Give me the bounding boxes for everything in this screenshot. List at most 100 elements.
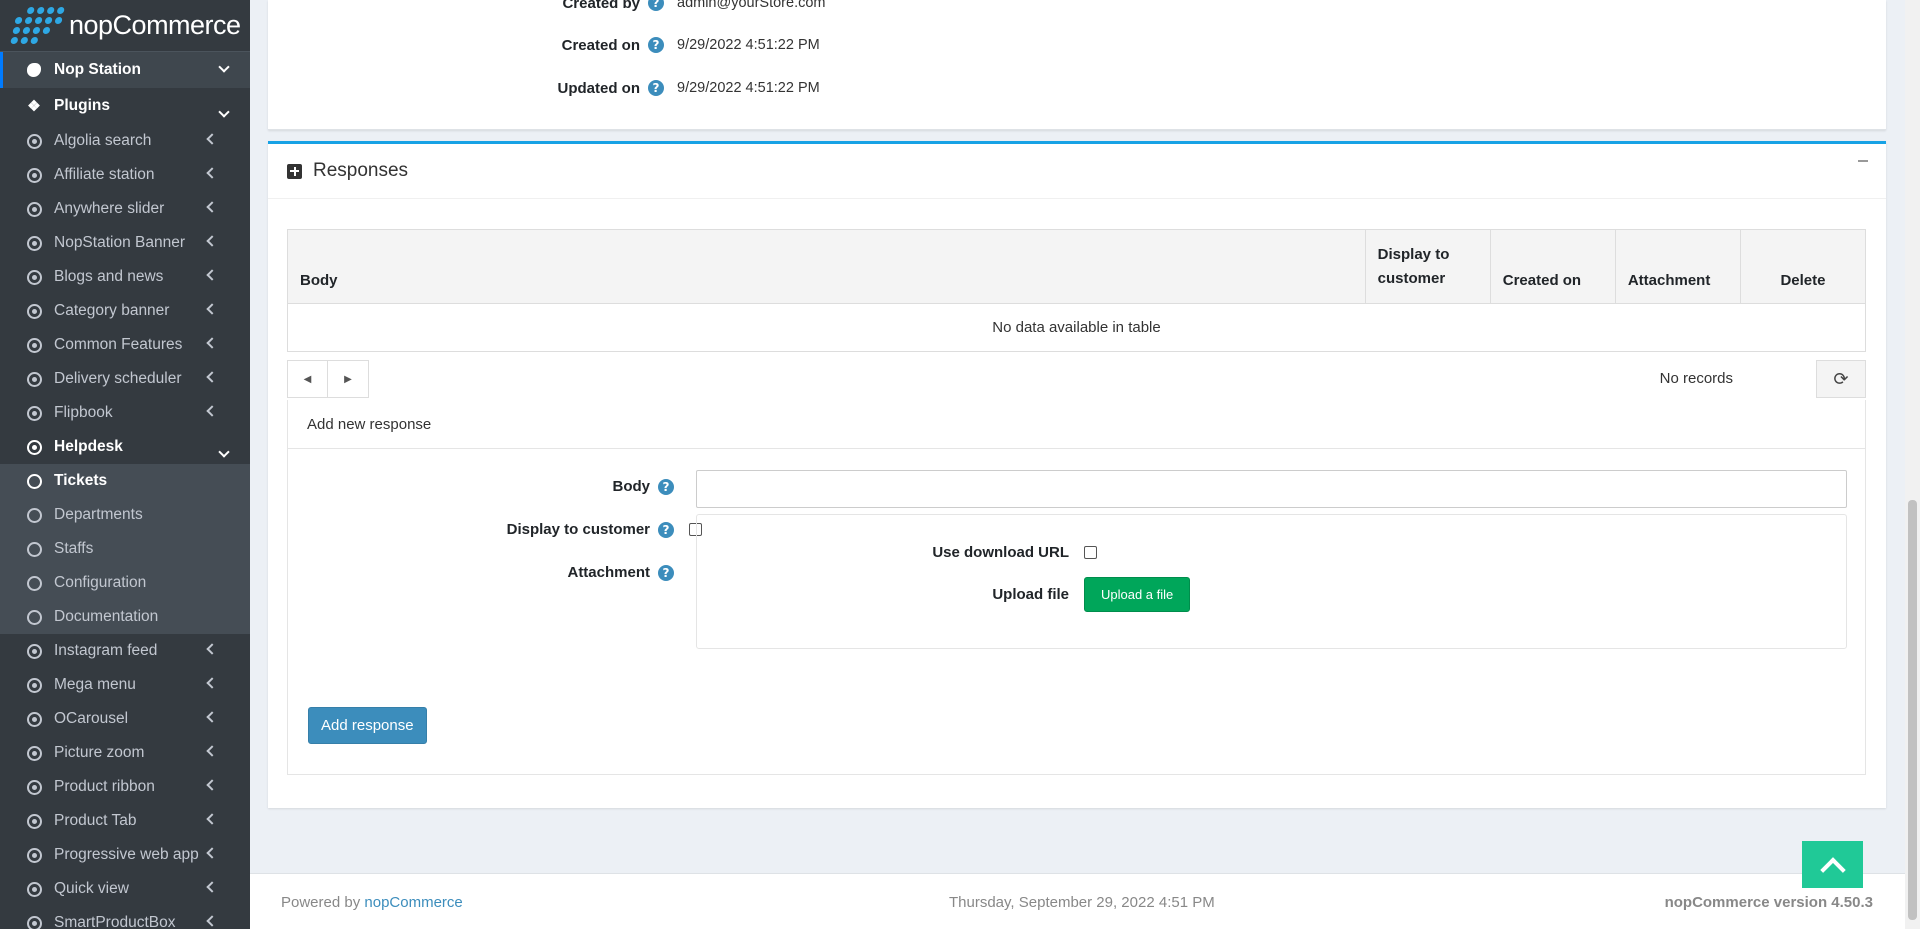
sidebar-item-progressive-web-app[interactable]: Progressive web app bbox=[0, 838, 250, 872]
sidebar: nopCommerce Nop Station ❖ Plugins Algoli… bbox=[0, 0, 250, 929]
sidebar-item-label: Instagram feed bbox=[54, 642, 158, 659]
responses-table: Body Display to customer Created on Atta… bbox=[287, 229, 1866, 352]
footer-version: nopCommerce version 4.50.3 bbox=[1664, 894, 1873, 911]
sidebar-item-plugins[interactable]: ❖ Plugins bbox=[0, 88, 250, 124]
sidebar-item-label: Product ribbon bbox=[54, 778, 155, 795]
sidebar-item-delivery-scheduler[interactable]: Delivery scheduler bbox=[0, 362, 250, 396]
sidebar-item-ocarousel[interactable]: OCarousel bbox=[0, 702, 250, 736]
sidebar-item-tickets[interactable]: Tickets bbox=[0, 464, 250, 498]
sidebar-item-configuration[interactable]: Configuration bbox=[0, 566, 250, 600]
chevron-down-icon bbox=[218, 446, 230, 458]
nopcommerce-logo-icon bbox=[10, 7, 65, 44]
prev-page-icon[interactable]: ◀ bbox=[287, 360, 328, 398]
created-by-value: admin@yourStore.com bbox=[677, 0, 826, 11]
sidebar-item-product-ribbon[interactable]: Product ribbon bbox=[0, 770, 250, 804]
sidebar-item-algolia-search[interactable]: Algolia search bbox=[0, 124, 250, 158]
sidebar-item-staffs[interactable]: Staffs bbox=[0, 532, 250, 566]
sidebar-item-documentation[interactable]: Documentation bbox=[0, 600, 250, 634]
attachment-label: Attachment bbox=[567, 564, 650, 581]
sidebar-item-label: Mega menu bbox=[54, 676, 136, 693]
created-on-value: 9/29/2022 4:51:22 PM bbox=[677, 37, 820, 53]
circle-icon bbox=[26, 507, 42, 523]
column-body[interactable]: Body bbox=[287, 229, 1366, 304]
sidebar-item-label: Product Tab bbox=[54, 812, 137, 829]
sidebar-item-flipbook[interactable]: Flipbook bbox=[0, 396, 250, 430]
help-icon[interactable]: ? bbox=[658, 564, 674, 581]
nopcommerce-link[interactable]: nopCommerce bbox=[364, 894, 462, 911]
brand-logo[interactable]: nopCommerce bbox=[0, 0, 250, 52]
sidebar-item-departments[interactable]: Departments bbox=[0, 498, 250, 532]
upload-file-label: Upload file bbox=[992, 586, 1069, 603]
brand-name: nopCommerce bbox=[69, 10, 241, 40]
created-by-row: Created by ? admin@yourStore.com bbox=[268, 0, 948, 14]
sidebar-item-common-features[interactable]: Common Features bbox=[0, 328, 250, 362]
display-to-customer-label: Display to customer bbox=[506, 521, 650, 538]
column-delete[interactable]: Delete bbox=[1740, 229, 1866, 304]
chevron-down-icon bbox=[218, 61, 230, 73]
sidebar-item-nop-station[interactable]: Nop Station bbox=[0, 52, 250, 88]
scrollbar-thumb[interactable] bbox=[1908, 500, 1917, 920]
sidebar-item-helpdesk[interactable]: Helpdesk bbox=[0, 430, 250, 464]
responses-card: Responses Body Display to customer Creat… bbox=[268, 141, 1886, 808]
chevron-left-icon bbox=[206, 269, 218, 281]
sidebar-item-quick-view[interactable]: Quick view bbox=[0, 872, 250, 906]
sidebar-item-label: Departments bbox=[54, 506, 143, 523]
sidebar-item-instagram-feed[interactable]: Instagram feed bbox=[0, 634, 250, 668]
body-input[interactable] bbox=[696, 470, 1847, 508]
footer: Powered by nopCommerce Thursday, Septemb… bbox=[250, 873, 1905, 929]
sidebar-item-affiliate-station[interactable]: Affiliate station bbox=[0, 158, 250, 192]
sidebar-item-product-tab[interactable]: Product Tab bbox=[0, 804, 250, 838]
pagination: ◀ ▶ bbox=[287, 360, 369, 398]
sidebar-item-label: Common Features bbox=[54, 336, 183, 353]
sidebar-item-label: Affiliate station bbox=[54, 166, 155, 183]
sidebar-item-anywhere-slider[interactable]: Anywhere slider bbox=[0, 192, 250, 226]
refresh-icon[interactable]: ⟳ bbox=[1816, 360, 1866, 398]
collapse-icon[interactable] bbox=[1858, 160, 1868, 162]
column-display-to-customer[interactable]: Display to customer bbox=[1365, 229, 1491, 304]
powered-by: Powered by nopCommerce bbox=[281, 894, 463, 911]
help-icon[interactable]: ? bbox=[658, 478, 674, 495]
chevron-left-icon bbox=[206, 235, 218, 247]
chevron-down-icon bbox=[218, 106, 230, 118]
help-icon[interactable]: ? bbox=[648, 37, 664, 53]
dot-circle-icon bbox=[26, 439, 42, 455]
help-icon[interactable]: ? bbox=[658, 521, 674, 538]
sidebar-item-label: Tickets bbox=[54, 472, 108, 489]
display-to-customer-row: Display to customer ? bbox=[288, 521, 702, 538]
main-content: Created by ? admin@yourStore.com Created… bbox=[250, 0, 1905, 929]
updated-on-label: Updated on bbox=[557, 79, 641, 97]
sidebar-item-label: Documentation bbox=[54, 608, 159, 625]
sidebar-item-category-banner[interactable]: Category banner bbox=[0, 294, 250, 328]
column-created-on[interactable]: Created on bbox=[1490, 229, 1616, 304]
sidebar-item-label: Helpdesk bbox=[54, 438, 123, 455]
help-icon[interactable]: ? bbox=[648, 80, 664, 96]
sidebar-item-label: Anywhere slider bbox=[54, 200, 165, 217]
next-page-icon[interactable]: ▶ bbox=[328, 360, 369, 398]
page-scrollbar[interactable] bbox=[1905, 0, 1920, 929]
created-on-label: Created on bbox=[561, 36, 640, 54]
upload-file-button[interactable]: Upload a file bbox=[1084, 577, 1191, 612]
sidebar-item-mega-menu[interactable]: Mega menu bbox=[0, 668, 250, 702]
sidebar-item-picture-zoom[interactable]: Picture zoom bbox=[0, 736, 250, 770]
sidebar-item-blogs-and-news[interactable]: Blogs and news bbox=[0, 260, 250, 294]
sidebar-item-nopstation-banner[interactable]: NopStation Banner bbox=[0, 226, 250, 260]
help-icon[interactable]: ? bbox=[648, 0, 664, 11]
dot-circle-icon bbox=[26, 337, 42, 353]
plus-square-icon bbox=[287, 163, 302, 179]
add-response-button[interactable]: Add response bbox=[308, 707, 427, 744]
body-label: Body bbox=[612, 478, 651, 495]
dot-circle-icon bbox=[26, 269, 42, 285]
chevron-left-icon bbox=[206, 133, 218, 145]
sidebar-item-label: Flipbook bbox=[54, 404, 113, 421]
sidebar-item-label: Quick view bbox=[54, 880, 129, 897]
sidebar-item-label: Nop Station bbox=[54, 61, 141, 78]
responses-card-header[interactable]: Responses bbox=[268, 144, 1886, 199]
use-download-url-checkbox[interactable] bbox=[1084, 546, 1097, 559]
chevron-left-icon bbox=[206, 337, 218, 349]
footer-date: Thursday, September 29, 2022 4:51 PM bbox=[949, 894, 1215, 911]
column-attachment[interactable]: Attachment bbox=[1615, 229, 1741, 304]
sidebar-item-smartproductbox[interactable]: SmartProductBox bbox=[0, 906, 250, 929]
back-to-top-button[interactable] bbox=[1802, 841, 1863, 888]
dot-circle-icon bbox=[26, 915, 42, 929]
sidebar-item-label: Picture zoom bbox=[54, 744, 145, 761]
